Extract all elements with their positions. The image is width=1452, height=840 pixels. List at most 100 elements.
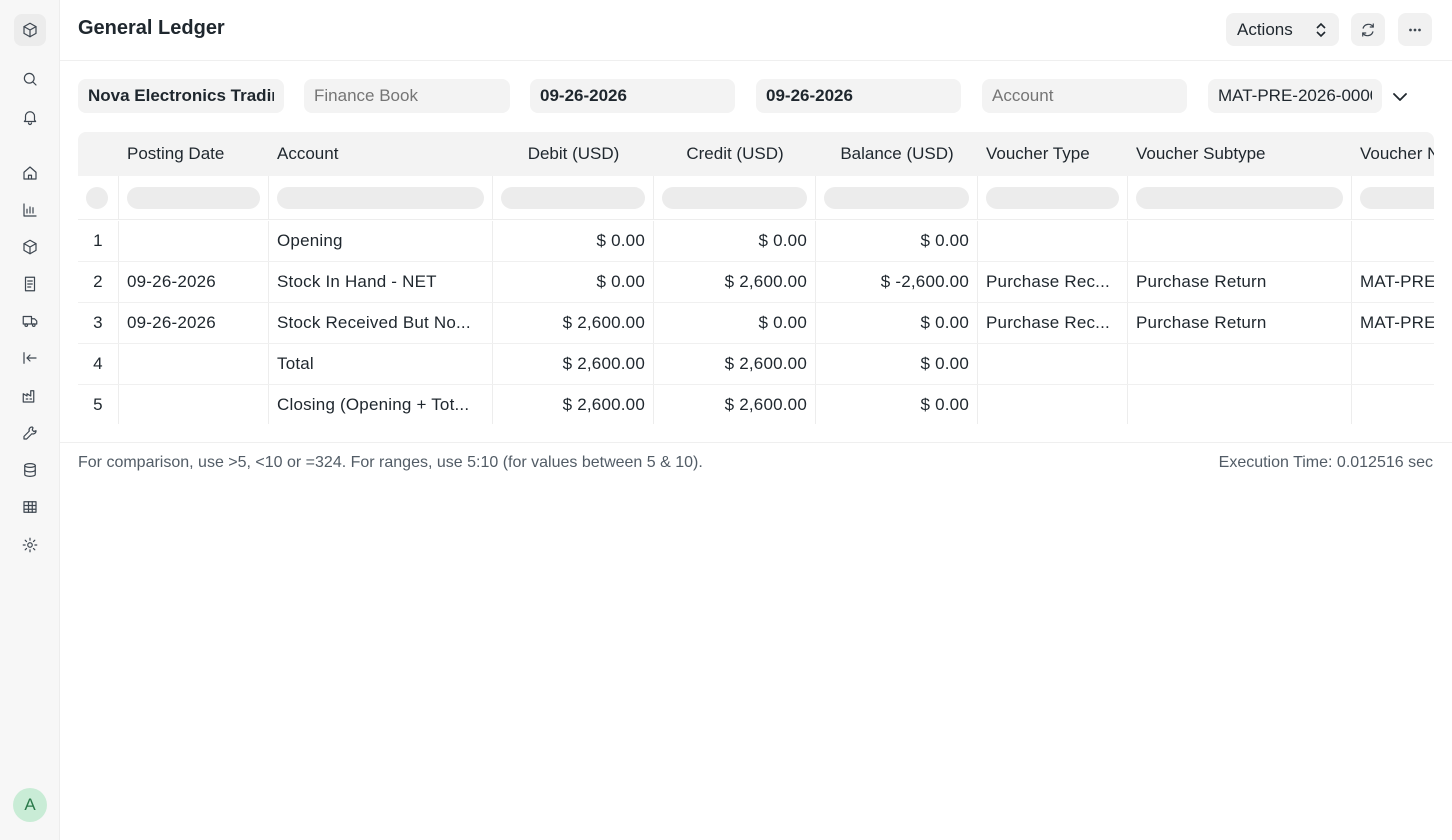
table-row[interactable]: 2 09-26-2026 Stock In Hand - NET $ 0.00 … — [78, 262, 1434, 303]
cell-account[interactable]: Total — [269, 344, 493, 384]
cell-posting-date[interactable]: 09-26-2026 — [119, 262, 269, 302]
cell-account[interactable]: Opening — [269, 221, 493, 261]
column-filter-credit[interactable] — [654, 176, 816, 219]
filter-input-placeholder[interactable] — [824, 186, 969, 209]
finance-book-filter-input[interactable] — [314, 86, 500, 106]
cell-balance[interactable]: $ 0.00 — [816, 344, 978, 384]
cell-voucher-subtype[interactable]: Purchase Return — [1128, 303, 1352, 343]
app-logo-icon[interactable] — [14, 14, 46, 46]
cell-posting-date[interactable] — [119, 344, 269, 384]
voucher-no-filter[interactable] — [1208, 79, 1382, 113]
table-grid-icon[interactable] — [14, 491, 46, 523]
reports-chart-icon[interactable] — [14, 194, 46, 226]
cell-voucher-type[interactable] — [978, 221, 1128, 261]
factory-icon[interactable] — [14, 380, 46, 412]
filter-input-placeholder[interactable] — [1136, 186, 1343, 209]
column-filter-voucher-subtype[interactable] — [1128, 176, 1352, 219]
cell-voucher-no[interactable]: MAT-PRE-2026-00001 — [1352, 303, 1434, 343]
cell-voucher-no[interactable]: MAT-PRE-2026-00001 — [1352, 262, 1434, 302]
voucher-no-filter-input[interactable] — [1218, 86, 1372, 106]
column-filter-account[interactable] — [269, 176, 493, 219]
filter-input-placeholder[interactable] — [986, 186, 1119, 209]
cell-voucher-subtype[interactable] — [1128, 385, 1352, 424]
cell-debit[interactable]: $ 0.00 — [493, 262, 654, 302]
from-date-filter[interactable] — [530, 79, 735, 113]
cell-credit[interactable]: $ 2,600.00 — [654, 385, 816, 424]
table-row[interactable]: 5 Closing (Opening + Tot... $ 2,600.00 $… — [78, 385, 1434, 424]
cell-voucher-type[interactable] — [978, 385, 1128, 424]
column-header-voucher-no[interactable]: Voucher No — [1352, 132, 1434, 176]
cell-balance[interactable]: $ -2,600.00 — [816, 262, 978, 302]
document-icon[interactable] — [14, 268, 46, 300]
home-icon[interactable] — [14, 157, 46, 189]
cell-credit[interactable]: $ 0.00 — [654, 303, 816, 343]
user-avatar[interactable]: A — [13, 788, 47, 822]
settings-gear-icon[interactable] — [14, 529, 46, 561]
notification-bell-icon[interactable] — [14, 101, 46, 133]
database-icon[interactable] — [14, 454, 46, 486]
cell-voucher-subtype[interactable] — [1128, 221, 1352, 261]
filter-input-placeholder[interactable] — [277, 186, 484, 209]
account-filter[interactable] — [982, 79, 1187, 113]
cell-account[interactable]: Closing (Opening + Tot... — [269, 385, 493, 424]
cell-balance[interactable]: $ 0.00 — [816, 303, 978, 343]
cell-debit[interactable]: $ 0.00 — [493, 221, 654, 261]
filter-input-placeholder[interactable] — [662, 186, 807, 209]
cell-account[interactable]: Stock In Hand - NET — [269, 262, 493, 302]
cell-voucher-subtype[interactable] — [1128, 344, 1352, 384]
finance-book-filter[interactable] — [304, 79, 510, 113]
cell-debit[interactable]: $ 2,600.00 — [493, 303, 654, 343]
table-row[interactable]: 3 09-26-2026 Stock Received But No... $ … — [78, 303, 1434, 344]
more-filters-toggle[interactable] — [1391, 88, 1409, 106]
delivery-truck-icon[interactable] — [14, 305, 46, 337]
column-header-account[interactable]: Account — [269, 132, 493, 176]
cell-posting-date[interactable]: 09-26-2026 — [119, 303, 269, 343]
cell-credit[interactable]: $ 2,600.00 — [654, 344, 816, 384]
from-date-filter-input[interactable] — [540, 86, 725, 106]
cell-account[interactable]: Stock Received But No... — [269, 303, 493, 343]
column-header-balance[interactable]: Balance (USD) — [816, 132, 978, 176]
to-date-filter[interactable] — [756, 79, 961, 113]
cell-debit[interactable]: $ 2,600.00 — [493, 344, 654, 384]
search-icon[interactable] — [14, 63, 46, 95]
collapse-left-icon[interactable] — [14, 342, 46, 374]
column-filter-balance[interactable] — [816, 176, 978, 219]
filter-input-placeholder[interactable] — [1360, 186, 1434, 209]
column-filter-posting-date[interactable] — [119, 176, 269, 219]
refresh-button[interactable] — [1351, 13, 1385, 46]
cell-voucher-subtype[interactable]: Purchase Return — [1128, 262, 1352, 302]
cell-voucher-type[interactable] — [978, 344, 1128, 384]
cell-credit[interactable]: $ 2,600.00 — [654, 262, 816, 302]
stock-box-icon[interactable] — [14, 231, 46, 263]
column-header-posting-date[interactable]: Posting Date — [119, 132, 269, 176]
more-options-button[interactable] — [1398, 13, 1432, 46]
filter-input-placeholder[interactable] — [127, 186, 260, 209]
cell-posting-date[interactable] — [119, 221, 269, 261]
table-row[interactable]: 4 Total $ 2,600.00 $ 2,600.00 $ 0.00 — [78, 344, 1434, 385]
to-date-filter-input[interactable] — [766, 86, 951, 106]
account-filter-input[interactable] — [992, 86, 1177, 106]
column-header-voucher-subtype[interactable]: Voucher Subtype — [1128, 132, 1352, 176]
cell-balance[interactable]: $ 0.00 — [816, 385, 978, 424]
wrench-icon[interactable] — [14, 417, 46, 449]
actions-button[interactable]: Actions — [1226, 13, 1339, 46]
column-filter-voucher-type[interactable] — [978, 176, 1128, 219]
cell-voucher-type[interactable]: Purchase Rec... — [978, 303, 1128, 343]
cell-credit[interactable]: $ 0.00 — [654, 221, 816, 261]
column-filter-voucher-no[interactable] — [1352, 176, 1434, 219]
cell-posting-date[interactable] — [119, 385, 269, 424]
column-filter-debit[interactable] — [493, 176, 654, 219]
cell-voucher-type[interactable]: Purchase Rec... — [978, 262, 1128, 302]
cell-voucher-no[interactable] — [1352, 344, 1434, 384]
cell-debit[interactable]: $ 2,600.00 — [493, 385, 654, 424]
column-header-voucher-type[interactable]: Voucher Type — [978, 132, 1128, 176]
filter-input-placeholder[interactable] — [501, 186, 645, 209]
company-filter[interactable] — [78, 79, 284, 113]
column-header-debit[interactable]: Debit (USD) — [493, 132, 654, 176]
table-row[interactable]: 1 Opening $ 0.00 $ 0.00 $ 0.00 — [78, 221, 1434, 262]
column-header-credit[interactable]: Credit (USD) — [654, 132, 816, 176]
company-filter-input[interactable] — [88, 86, 274, 106]
cell-voucher-no[interactable] — [1352, 385, 1434, 424]
cell-voucher-no[interactable] — [1352, 221, 1434, 261]
cell-balance[interactable]: $ 0.00 — [816, 221, 978, 261]
